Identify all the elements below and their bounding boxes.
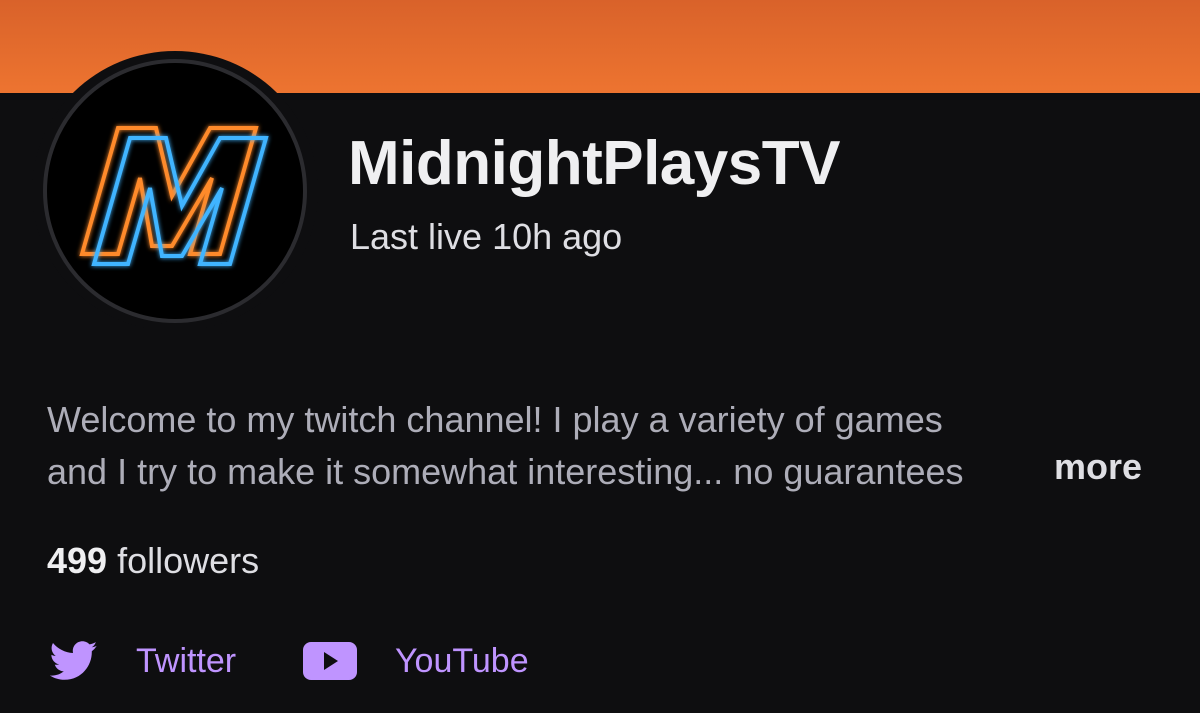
youtube-link-label: YouTube bbox=[395, 641, 529, 680]
midnight-m-logo-icon bbox=[79, 126, 269, 266]
bio-line-1: Welcome to my twitch channel! I play a v… bbox=[47, 399, 943, 440]
last-live-status: Last live 10h ago bbox=[350, 216, 623, 257]
twitter-bird-icon bbox=[50, 641, 98, 680]
bio-line-2-wrap: and I try to make it somewhat interestin… bbox=[47, 446, 1057, 498]
follower-count-number: 499 bbox=[47, 540, 108, 581]
twitter-link[interactable]: Twitter bbox=[50, 638, 236, 684]
bio-fade bbox=[997, 446, 1057, 498]
avatar-ring bbox=[32, 51, 318, 331]
follower-count: 499 followers bbox=[47, 540, 259, 582]
youtube-link[interactable]: YouTube bbox=[303, 638, 529, 684]
channel-bio: Welcome to my twitch channel! I play a v… bbox=[47, 394, 1167, 498]
follower-count-label: followers bbox=[117, 540, 260, 581]
twitter-link-label: Twitter bbox=[136, 641, 237, 680]
channel-avatar[interactable] bbox=[43, 59, 307, 323]
bio-line-2: and I try to make it somewhat interestin… bbox=[47, 451, 964, 492]
youtube-play-icon bbox=[303, 642, 357, 680]
channel-name: MidnightPlaysTV bbox=[348, 129, 840, 198]
bio-more-button[interactable]: more bbox=[1054, 446, 1142, 488]
